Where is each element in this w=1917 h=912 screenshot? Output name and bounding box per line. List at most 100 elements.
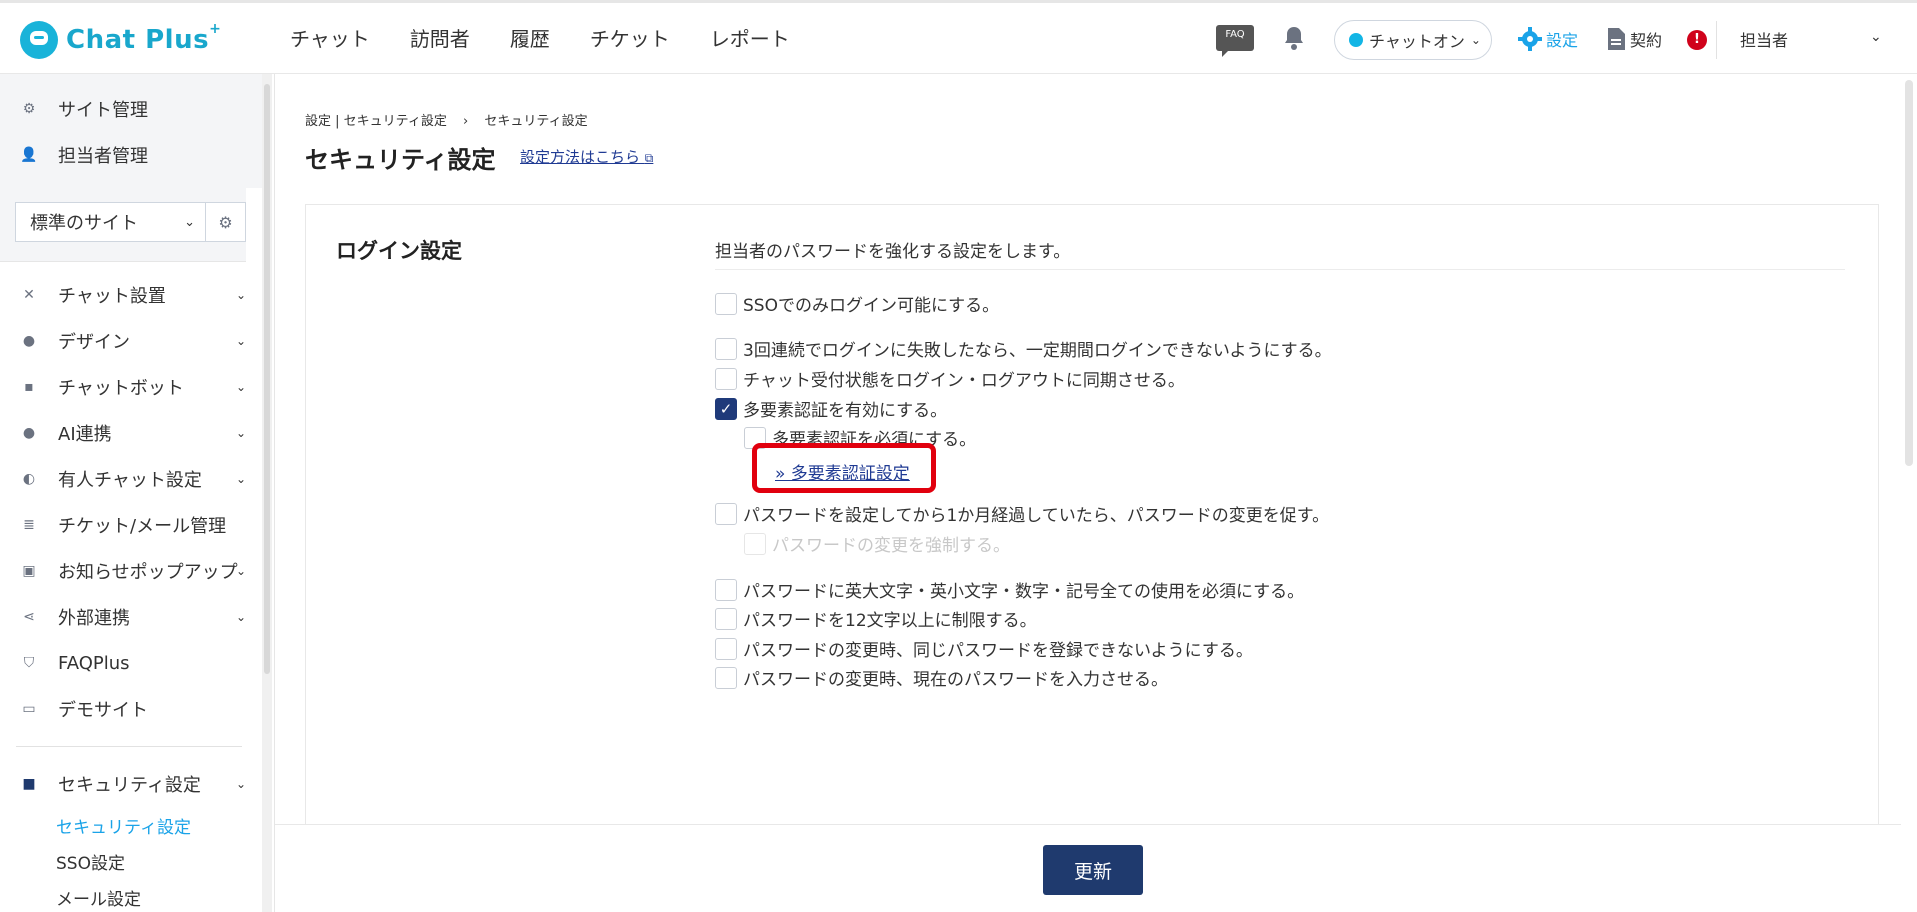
mfa-settings-link[interactable]: » 多要素認証設定 (775, 459, 910, 484)
option-label: SSOでのみログイン可能にする。 (743, 296, 1000, 316)
option-require-current[interactable]: パスワードの変更時、現在のパスワードを入力させる。 (715, 665, 1168, 690)
breadcrumb-item[interactable]: 設定 | セキュリティ設定 (305, 114, 447, 129)
settings-label: 設定 (1546, 31, 1579, 50)
sidebar-item-label: チャット設置 (58, 286, 166, 307)
option-label: 3回連続でログインに失敗したなら、一定期間ログインできないようにする。 (743, 341, 1332, 361)
footer-bar: 更新 (275, 824, 1901, 912)
faq-icon[interactable]: FAQ (1216, 25, 1254, 57)
headset-icon: ◐ (22, 471, 36, 487)
sidebar-item-integrations[interactable]: ⋖ 外部連携 ⌄ (0, 594, 262, 640)
sidebar-item-label: デモサイト (58, 700, 148, 721)
chat-bubble-icon: ▪ (24, 379, 34, 395)
chevron-down-icon: ⌄ (235, 472, 246, 486)
gear-icon (1518, 27, 1542, 51)
sidebar-item-label: FAQPlus (58, 652, 130, 674)
alert-icon[interactable]: ! (1687, 30, 1707, 50)
option-lockout[interactable]: 3回連続でログインに失敗したなら、一定期間ログインできないようにする。 (715, 336, 1332, 361)
option-sync-status[interactable]: チャット受付状態をログイン・ログアウトに同期させる。 (715, 366, 1185, 391)
sidebar-item-live-chat[interactable]: ◐ 有人チャット設定 ⌄ (0, 456, 262, 502)
sidebar-item-label: サイト管理 (58, 100, 148, 121)
sidebar-item-faqplus[interactable]: ⛉ FAQPlus (0, 640, 262, 686)
sidebar-divider (16, 746, 242, 747)
breadcrumb-separator: › (463, 114, 469, 129)
contract-link[interactable]: 契約 (1606, 27, 1662, 51)
checkbox[interactable] (715, 337, 737, 360)
option-sso-only[interactable]: SSOでのみログイン可能にする。 (715, 291, 999, 316)
tools-icon: ✕ (23, 287, 35, 303)
popup-icon: ▣ (22, 563, 36, 579)
option-label: チャット受付状態をログイン・ログアウトに同期させる。 (743, 371, 1185, 391)
scrollbar-thumb[interactable] (264, 84, 270, 674)
document-icon (1608, 28, 1625, 50)
settings-link[interactable]: 設定 (1518, 27, 1578, 51)
sidebar-item-label: チャットボット (58, 378, 184, 399)
scrollbar-thumb[interactable] (1905, 80, 1913, 466)
option-min-length[interactable]: パスワードを12文字以上に制限する。 (715, 606, 1037, 631)
chat-status-dropdown[interactable]: チャットオン ⌄ (1334, 20, 1492, 60)
sidebar-item-label: セキュリティ設定 (58, 775, 201, 796)
sidebar-item-label: AI連携 (58, 424, 112, 445)
security-icon: ■ (22, 776, 36, 792)
sidebar-item-security[interactable]: ■ セキュリティ設定 ⌄ (0, 761, 262, 807)
option-label: パスワードの変更時、現在のパスワードを入力させる。 (743, 670, 1168, 690)
checkbox[interactable] (715, 578, 737, 601)
user-label[interactable]: 担当者 (1740, 27, 1788, 51)
sidebar-item-ai[interactable]: ● AI連携 ⌄ (0, 410, 262, 456)
sidebar-item-popup[interactable]: ▣ お知らせポップアップ ⌄ (0, 548, 262, 594)
option-label: パスワードに英大文字・英小文字・数字・記号全ての使用を必須にする。 (743, 582, 1305, 602)
sidebar-item-site-admin[interactable]: ⚙ サイト管理 (0, 86, 262, 132)
option-label: パスワードの変更を強制する。 (772, 536, 1010, 556)
sidebar-item-tickets[interactable]: ≣ チケット/メール管理 (0, 502, 262, 548)
top-nav: チャット 訪問者 履歴 チケット レポート (290, 23, 790, 52)
option-complexity[interactable]: パスワードに英大文字・英小文字・数字・記号全ての使用を必須にする。 (715, 577, 1304, 602)
nav-history[interactable]: 履歴 (510, 23, 550, 52)
bell-icon[interactable] (1282, 25, 1306, 51)
sidebar-sub-security-settings[interactable]: セキュリティ設定 (0, 807, 262, 843)
sidebar-item-label: チケット/メール管理 (58, 516, 227, 537)
nav-chat[interactable]: チャット (290, 23, 370, 52)
checkbox[interactable] (715, 292, 737, 315)
top-header: Chat Plus+ チャット 訪問者 履歴 チケット レポート FAQ チャッ… (0, 0, 1917, 74)
sidebar-item-staff-admin[interactable]: 👤 担当者管理 (0, 132, 262, 178)
option-label: パスワードを12文字以上に制限する。 (743, 611, 1037, 631)
sidebar-top: ⚙ サイト管理 👤 担当者管理 (0, 74, 262, 188)
option-label: 多要素認証を有効にする。 (743, 401, 948, 421)
option-no-reuse[interactable]: パスワードの変更時、同じパスワードを登録できないようにする。 (715, 636, 1253, 661)
checkbox[interactable] (715, 502, 737, 525)
nav-visitors[interactable]: 訪問者 (410, 23, 470, 52)
checkbox[interactable] (715, 666, 737, 689)
option-mfa-enable[interactable]: ✓ 多要素認証を有効にする。 (715, 396, 947, 421)
checkbox[interactable] (715, 367, 737, 390)
sidebar-sub-mail[interactable]: メール設定 (0, 879, 262, 912)
sidebar-scrollbar[interactable] (262, 74, 272, 912)
checkbox[interactable] (715, 607, 737, 630)
login-settings-card: ログイン設定 担当者のパスワードを強化する設定をします。 SSOでのみログイン可… (305, 204, 1879, 844)
checkbox-checked[interactable]: ✓ (715, 397, 737, 420)
chatplus-logo[interactable]: Chat Plus+ (20, 20, 221, 60)
checkbox[interactable] (715, 637, 737, 660)
sidebar-item-design[interactable]: ● デザイン ⌄ (0, 318, 262, 364)
chat-logo-icon (20, 21, 58, 59)
site-settings-button[interactable]: ⚙ (206, 202, 246, 242)
option-password-age[interactable]: パスワードを設定してから1か月経過していたら、パスワードの変更を促す。 (715, 501, 1329, 526)
site-select-row: 標準のサイト ⌄ ⚙ (0, 188, 246, 262)
update-button[interactable]: 更新 (1043, 845, 1143, 895)
card-title: ログイン設定 (336, 239, 462, 263)
nav-tickets[interactable]: チケット (590, 23, 670, 52)
nav-reports[interactable]: レポート (710, 23, 790, 52)
sidebar-item-label: 外部連携 (58, 608, 130, 629)
chevron-down-icon: ⌄ (235, 380, 246, 394)
contract-label: 契約 (1630, 31, 1663, 50)
howto-link-label: 設定方法はこちら (520, 148, 641, 166)
sidebar-item-demo[interactable]: ▭ デモサイト (0, 686, 262, 732)
main-scrollbar[interactable] (1901, 74, 1917, 912)
chevron-down-icon[interactable]: ⌄ (1870, 29, 1882, 45)
site-select[interactable]: 標準のサイト ⌄ (15, 202, 206, 242)
breadcrumb: 設定 | セキュリティ設定 › セキュリティ設定 (305, 110, 588, 129)
chevron-down-icon: ⌄ (235, 288, 246, 302)
howto-link[interactable]: 設定方法はこちら ⧉ (520, 146, 653, 167)
sidebar-sub-sso[interactable]: SSO設定 (0, 843, 262, 879)
sidebar-item-label: お知らせポップアップ (58, 562, 238, 583)
sidebar-item-chat-install[interactable]: ✕ チャット設置 ⌄ (0, 272, 262, 318)
sidebar-item-chatbot[interactable]: ▪ チャットボット ⌄ (0, 364, 262, 410)
